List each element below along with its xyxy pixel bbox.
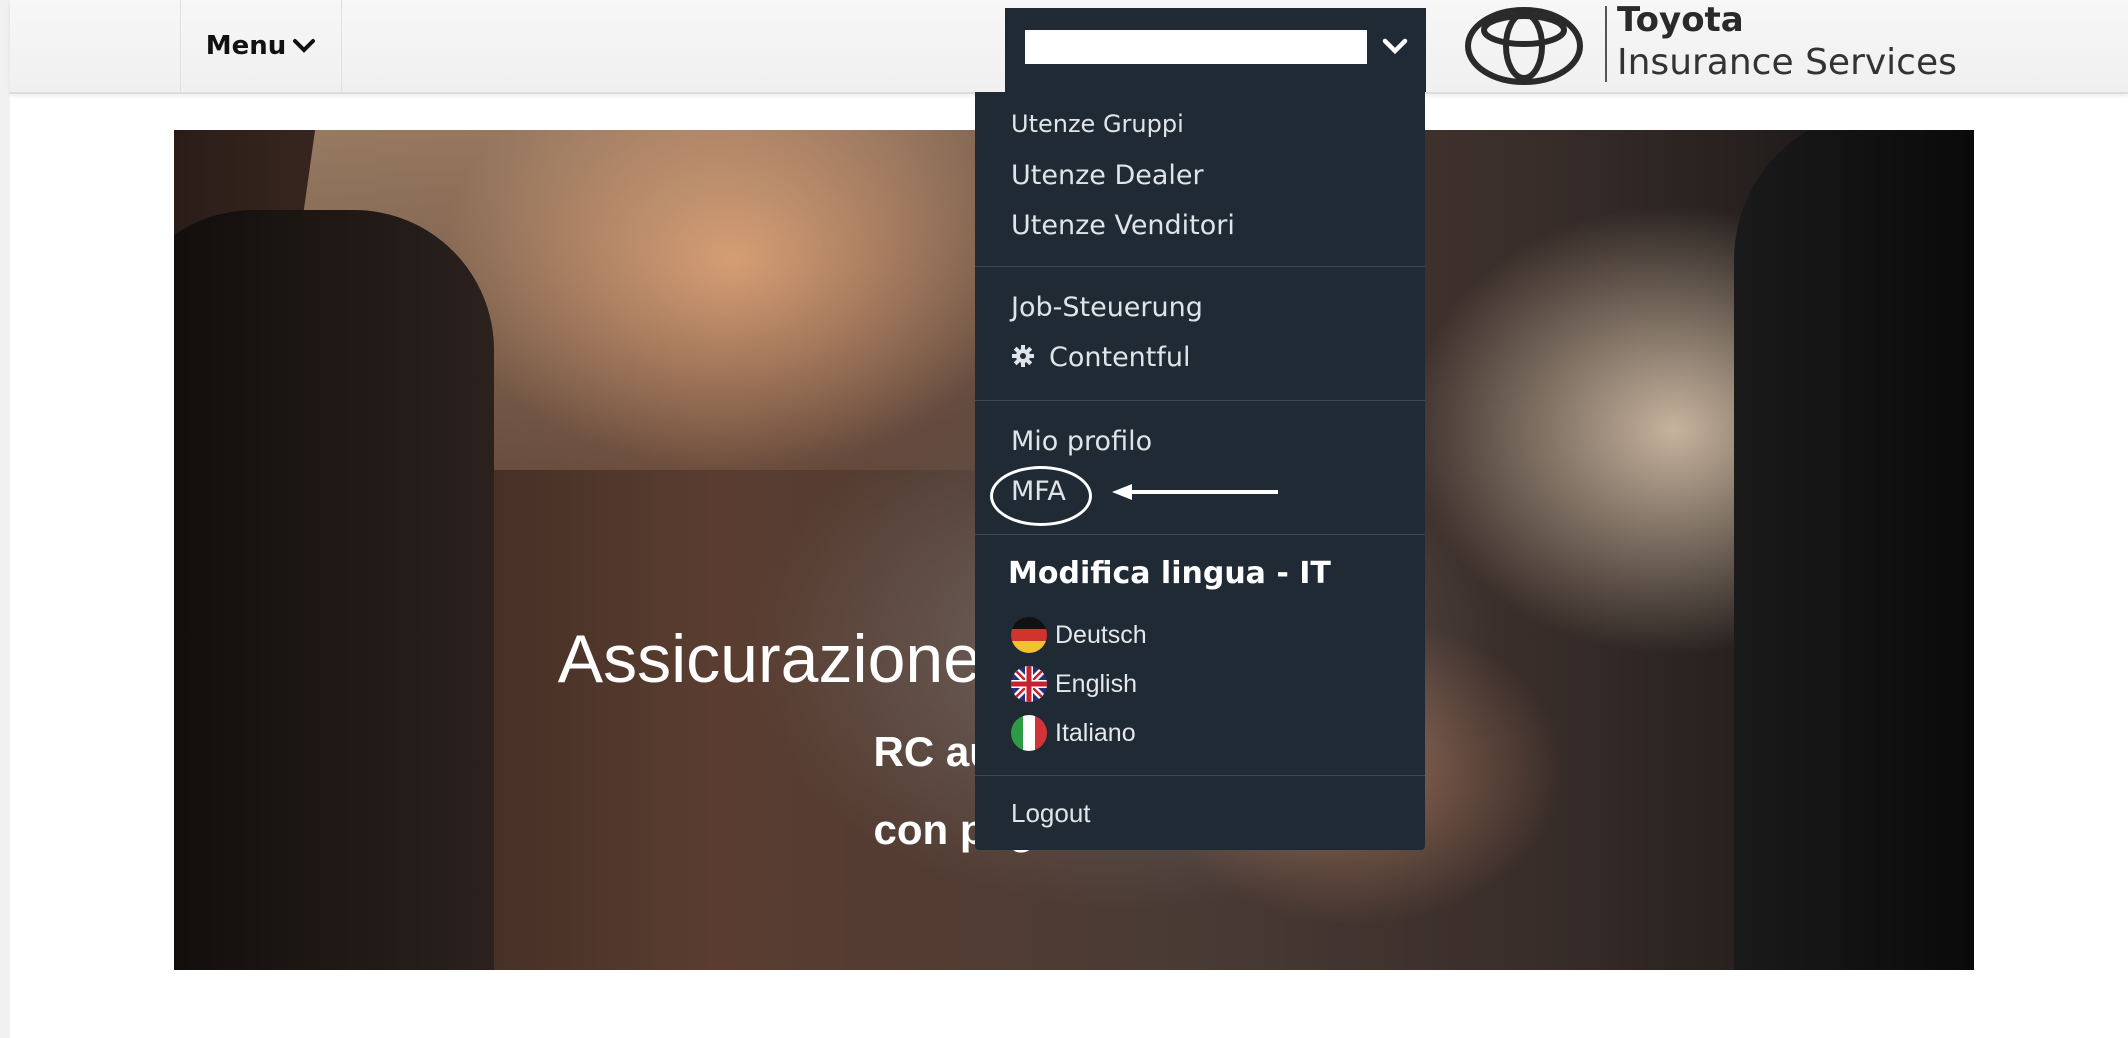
logout-button[interactable]: Logout — [1011, 798, 1091, 829]
language-option-italiano[interactable]: Italiano — [1011, 714, 1136, 752]
chevron-down-icon — [293, 39, 316, 53]
menu-item-mio-profilo[interactable]: Mio profilo — [1011, 426, 1152, 457]
language-heading: Modifica lingua - IT — [1008, 556, 1331, 591]
logo-brand: Toyota — [1617, 0, 1744, 40]
toyota-logo[interactable]: Toyota Insurance Services — [1465, 0, 1965, 86]
menu-label: Menu — [205, 31, 287, 61]
menu-item-contentful-label: Contentful — [1049, 342, 1191, 373]
arrow-left-icon — [1112, 484, 1278, 500]
menu-item-contentful[interactable]: Contentful — [1011, 342, 1191, 373]
hero-subtitle-2: con pag — [873, 806, 1035, 853]
menu-item-utenze-gruppi[interactable]: Utenze Gruppi — [1011, 110, 1184, 138]
user-account-dropdown[interactable] — [1005, 8, 1426, 92]
menu-item-utenze-venditori[interactable]: Utenze Venditori — [1011, 210, 1235, 241]
hero-seat-left — [174, 210, 494, 970]
language-label: English — [1055, 669, 1137, 698]
toyota-emblem-icon — [1465, 7, 1583, 85]
language-label: Italiano — [1055, 718, 1136, 747]
language-label: Deutsch — [1055, 620, 1147, 649]
hero-seat-right — [1734, 130, 1974, 970]
language-option-deutsch[interactable]: Deutsch — [1011, 616, 1147, 654]
language-option-english[interactable]: English — [1011, 665, 1137, 703]
menu-separator — [975, 266, 1425, 267]
menu-item-job-steuerung[interactable]: Job-Steuerung — [1011, 292, 1203, 323]
redacted-username-field — [1025, 30, 1367, 64]
hero-subtitle-1: RC auto — [873, 728, 1035, 775]
menu-separator — [975, 534, 1425, 535]
logo-subtitle: Insurance Services — [1617, 42, 1957, 83]
hero-title: Assicurazione auto Toyota — [557, 621, 1351, 697]
menu-item-utenze-dealer[interactable]: Utenze Dealer — [1011, 160, 1204, 191]
flag-gb-icon — [1011, 666, 1047, 702]
menu-separator — [975, 775, 1425, 776]
mfa-highlight-circle — [990, 466, 1092, 526]
gear-icon — [1012, 345, 1034, 367]
logo-divider — [1605, 6, 1607, 82]
menu-separator — [975, 400, 1425, 401]
flag-de-icon — [1011, 617, 1047, 653]
header: Menu Toyota Insurance Services — [10, 0, 2128, 94]
menu-button[interactable]: Menu — [180, 0, 342, 92]
flag-it-icon — [1011, 715, 1047, 751]
chevron-down-icon — [1382, 38, 1408, 55]
